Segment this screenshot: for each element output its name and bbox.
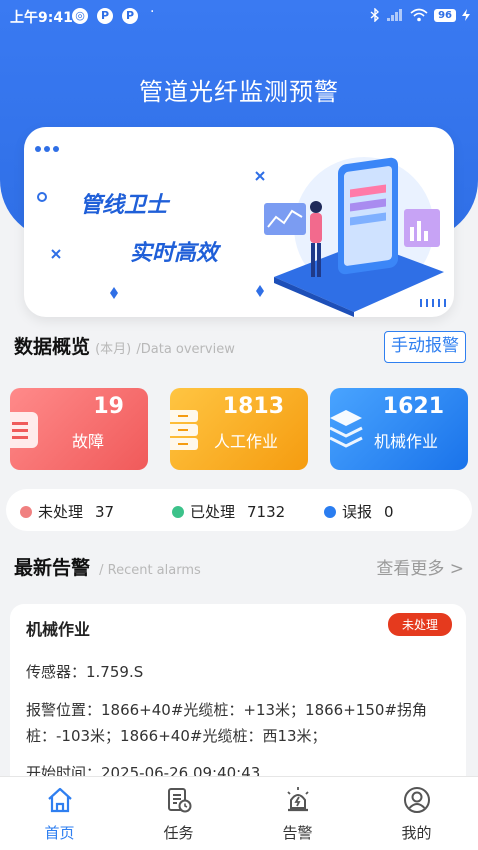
- processed-label: 已处理: [190, 503, 236, 521]
- alarm-card[interactable]: 机械作业 未处理 传感器：1.759.S 报警位置：1866+40#光缆桩：+1…: [10, 604, 466, 804]
- overview-subtitle: /Data overview: [136, 342, 235, 357]
- machine-work-stat-card[interactable]: 1621 机械作业: [330, 388, 468, 470]
- task-icon: [168, 788, 192, 813]
- fault-label: 故障: [72, 432, 105, 451]
- manual-work-label: 人工作业: [214, 432, 279, 451]
- clipboard-icon: [10, 412, 38, 448]
- machine-work-count: 1621: [382, 394, 444, 419]
- status-more-icon: ·: [150, 4, 155, 20]
- overview-title: 数据概览: [14, 336, 91, 358]
- processed-count: 7132: [247, 502, 286, 521]
- phone-dashboard-illustration: [264, 157, 444, 317]
- status-summary-bar: 未处理 37 已处理 7132 误报 0: [6, 489, 472, 531]
- signal-icon: [387, 9, 403, 21]
- false-alarm-status[interactable]: 误报 0: [324, 501, 394, 522]
- app-notification-icon: ◎: [72, 8, 88, 24]
- alarms-title: 最新告警: [14, 557, 91, 579]
- p-app-notification-icon: P: [97, 8, 113, 24]
- tab-tasks[interactable]: 任务: [119, 777, 238, 850]
- unprocessed-count: 37: [95, 502, 115, 521]
- alarms-subtitle: / Recent alarms: [99, 563, 201, 578]
- tab-alarms-label: 告警: [282, 824, 313, 842]
- unprocessed-dot: [20, 505, 32, 518]
- false-alarm-label: 误报: [342, 503, 373, 521]
- alarm-status-badge: 未处理: [387, 613, 452, 636]
- tab-profile-label: 我的: [401, 824, 432, 842]
- overview-period: (本月): [95, 342, 132, 357]
- banner-tagline: 实时高效: [130, 241, 219, 266]
- manual-alarm-button[interactable]: 手动报警: [384, 331, 466, 363]
- unprocessed-status[interactable]: 未处理 37: [20, 501, 114, 522]
- battery-indicator: 96: [434, 8, 456, 22]
- layers-icon: [330, 410, 363, 448]
- home-icon: [48, 787, 72, 813]
- alarm-location: 报警位置：1866+40#光缆桩：+13米；1866+150#拐角桩：-103米…: [26, 701, 427, 745]
- tab-home-label: 首页: [44, 824, 75, 842]
- tab-alarms[interactable]: 告警: [238, 777, 357, 850]
- status-bar: 上午9:41 ◎ P P · 96: [0, 0, 478, 32]
- machine-work-label: 机械作业: [374, 432, 439, 451]
- alarm-type: 机械作业: [26, 620, 91, 639]
- view-more-link[interactable]: 查看更多 >: [376, 554, 464, 579]
- promo-banner[interactable]: 管线卫士 实时高效: [24, 127, 454, 317]
- status-time: 上午9:41: [10, 10, 73, 26]
- tab-tasks-label: 任务: [163, 824, 194, 842]
- fault-stat-card[interactable]: 19 故障: [10, 388, 148, 470]
- unprocessed-label: 未处理: [38, 503, 84, 521]
- alarm-sensor: 传感器：1.759.S: [26, 663, 144, 681]
- bottom-tab-bar: 首页 任务 告警 我的: [0, 776, 478, 850]
- tab-profile[interactable]: 我的: [357, 777, 476, 850]
- manual-work-count: 1813: [222, 394, 284, 419]
- alarms-header: 最新告警 / Recent alarms: [14, 553, 201, 580]
- user-icon: [404, 787, 430, 813]
- alarm-light-icon: [287, 787, 309, 812]
- bluetooth-icon: [370, 8, 380, 22]
- charging-icon: [462, 9, 470, 21]
- banner-headline: 管线卫士: [80, 193, 169, 218]
- app-title: 管道光纤监测预警: [139, 78, 339, 106]
- wifi-icon: [410, 8, 428, 22]
- manual-work-stat-card[interactable]: 1813 人工作业: [170, 388, 308, 470]
- processed-status[interactable]: 已处理 7132: [172, 501, 285, 522]
- p-app-notification-icon-2: P: [122, 8, 138, 24]
- tab-home[interactable]: 首页: [0, 777, 119, 850]
- overview-header: 数据概览 (本月) /Data overview: [14, 332, 235, 359]
- false-alarm-dot: [324, 505, 336, 518]
- false-alarm-count: 0: [384, 502, 394, 521]
- processed-dot: [172, 505, 184, 518]
- fault-count: 19: [93, 394, 124, 419]
- cabinet-icon: [170, 410, 198, 450]
